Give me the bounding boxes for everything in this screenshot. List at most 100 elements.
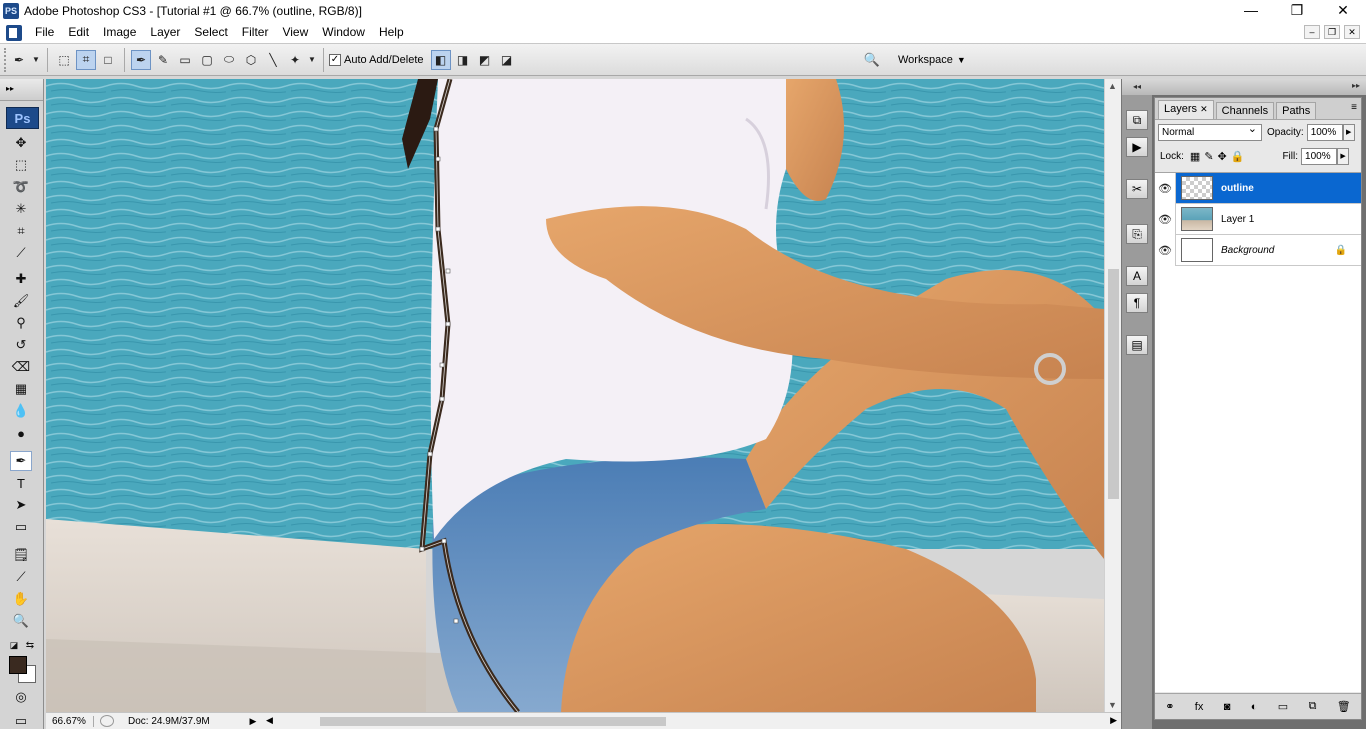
fill-pixels-icon[interactable]: □ <box>98 50 118 70</box>
eraser-tool-icon[interactable]: ⌫ <box>10 357 32 377</box>
exclude-overlap-icon[interactable]: ◪ <box>497 50 517 70</box>
delete-layer-icon[interactable]: 🗑 <box>1337 700 1351 713</box>
tab-paths[interactable]: Paths <box>1276 102 1317 119</box>
menu-file[interactable]: File <box>28 22 61 43</box>
tab-layers[interactable]: Layers ✕ <box>1158 100 1214 119</box>
history-brush-icon[interactable]: ↺ <box>10 335 32 355</box>
document-canvas[interactable] <box>46 79 1104 712</box>
close-button[interactable]: ✕ <box>1320 0 1366 22</box>
vertical-scrollbar[interactable]: ▲ ▼ <box>1104 79 1121 712</box>
polygon-icon[interactable]: ⬡ <box>241 50 261 70</box>
lock-position-icon[interactable]: ✥ <box>1218 150 1227 163</box>
opacity-field[interactable]: 100% <box>1306 123 1343 141</box>
crop-tool-icon[interactable]: ⌗ <box>10 221 32 241</box>
visibility-eye-icon[interactable]: 👁 <box>1155 234 1176 266</box>
layer-row-layer-1[interactable]: 👁 Layer 1 <box>1155 203 1361 235</box>
scroll-up-icon[interactable]: ▲ <box>1108 81 1117 91</box>
menu-layer[interactable]: Layer <box>143 22 187 43</box>
paths-mode-icon[interactable]: ⌗ <box>76 49 96 70</box>
path-selection-icon[interactable]: ➤ <box>10 495 32 515</box>
scroll-right-icon[interactable]: ▶ <box>1110 715 1117 726</box>
character-panel-icon[interactable]: A <box>1126 266 1148 286</box>
clone-stamp-icon[interactable]: ⚲ <box>10 313 32 333</box>
maximize-button[interactable]: ❐ <box>1274 0 1320 22</box>
preset-dropdown-icon[interactable]: ▼ <box>31 50 41 70</box>
dock-collapse-icon[interactable]: ◂◂ <box>1122 79 1152 95</box>
menu-image[interactable]: Image <box>96 22 143 43</box>
rounded-rectangle-icon[interactable]: ▢ <box>197 50 217 70</box>
fill-slider-arrow-icon[interactable]: ▶ <box>1337 147 1350 165</box>
panel-header[interactable]: ▸▸ <box>1152 79 1366 95</box>
scroll-left-icon[interactable]: ◀ <box>266 715 273 726</box>
new-layer-icon[interactable]: ⧉ <box>1309 700 1317 713</box>
zoom-level[interactable]: 66.67% <box>46 715 94 727</box>
lasso-tool-icon[interactable]: ➰ <box>10 177 32 197</box>
doc-close-button[interactable]: ✕ <box>1344 25 1360 39</box>
lock-image-icon[interactable]: ✎ <box>1204 150 1213 163</box>
lock-transparency-icon[interactable]: ▦ <box>1190 150 1200 163</box>
blend-mode-select[interactable]: Normal <box>1158 122 1262 141</box>
link-layers-icon[interactable]: ⚭ <box>1165 700 1174 713</box>
options-grip[interactable] <box>4 47 8 72</box>
panel-menu-icon[interactable]: ≡ <box>1351 102 1357 113</box>
lock-all-icon[interactable]: 🔒 <box>1231 150 1245 163</box>
horizontal-scrollbar[interactable]: ◀ ▶ <box>264 714 1121 729</box>
shape-layers-icon[interactable]: ⬚ <box>54 50 74 70</box>
geometry-dropdown-icon[interactable]: ▼ <box>307 50 317 70</box>
default-colors-icon[interactable]: ◪ <box>8 635 20 655</box>
healing-brush-icon[interactable]: ✚ <box>10 269 32 289</box>
pen-tool-preset-icon[interactable]: ✒ <box>9 50 29 70</box>
add-to-path-area-icon[interactable]: ◧ <box>430 49 451 70</box>
tool-presets-icon[interactable]: ✂ <box>1126 179 1148 199</box>
status-info-icon[interactable] <box>100 715 114 727</box>
menu-edit[interactable]: Edit <box>61 22 96 43</box>
screen-mode-icon[interactable]: ▭ <box>10 711 32 729</box>
notes-tool-icon[interactable]: 🗒 <box>10 545 32 565</box>
close-tab-icon[interactable]: ✕ <box>1200 104 1208 114</box>
move-tool-icon[interactable]: ✥ <box>10 133 32 153</box>
opacity-slider-arrow-icon[interactable]: ▶ <box>1342 123 1355 141</box>
visibility-eye-icon[interactable]: 👁 <box>1155 172 1176 204</box>
quick-mask-icon[interactable]: ◎ <box>10 687 32 707</box>
canvas-image[interactable] <box>46 79 1104 712</box>
document-icon[interactable] <box>6 24 22 41</box>
tab-channels[interactable]: Channels <box>1215 102 1275 119</box>
visibility-eye-icon[interactable]: 👁 <box>1155 203 1176 235</box>
dodge-tool-icon[interactable]: ● <box>10 423 32 443</box>
intersect-path-icon[interactable]: ◩ <box>475 50 495 70</box>
actions-panel-icon[interactable]: ▶ <box>1126 137 1148 157</box>
adjustment-layer-icon[interactable]: ◐ <box>1251 701 1258 713</box>
type-tool-icon[interactable]: T <box>10 473 32 493</box>
status-menu-arrow-icon[interactable]: ▶ <box>246 716 260 727</box>
panel-expand-icon[interactable]: ▸▸ <box>1352 81 1360 90</box>
blur-tool-icon[interactable]: 💧 <box>10 401 32 421</box>
subtract-from-path-icon[interactable]: ◨ <box>453 50 473 70</box>
magic-wand-tool-icon[interactable]: ✳ <box>10 199 32 219</box>
pen-icon[interactable]: ✒ <box>131 49 151 70</box>
slice-tool-icon[interactable]: ⟋ <box>10 243 32 263</box>
foreground-color-swatch[interactable] <box>9 656 27 674</box>
minimize-button[interactable]: — <box>1228 0 1274 22</box>
history-panel-icon[interactable]: ⧉ <box>1126 110 1148 130</box>
new-group-icon[interactable]: ▭ <box>1278 700 1288 713</box>
photoshop-logo[interactable]: Ps <box>6 107 39 129</box>
line-icon[interactable]: ╲ <box>263 50 283 70</box>
workspace-menu[interactable]: Workspace <box>898 54 953 66</box>
menu-view[interactable]: View <box>275 22 315 43</box>
bridge-icon[interactable]: 🔍 <box>860 50 884 70</box>
ellipse-icon[interactable]: ⬭ <box>219 50 239 70</box>
vertical-scroll-thumb[interactable] <box>1108 269 1119 499</box>
zoom-tool-icon[interactable]: 🔍 <box>10 611 32 631</box>
pen-tool-icon[interactable]: ✒ <box>10 451 32 471</box>
menu-filter[interactable]: Filter <box>235 22 276 43</box>
menu-window[interactable]: Window <box>315 22 372 43</box>
toolbox-header[interactable]: ▸▸ <box>0 79 43 101</box>
doc-minimize-button[interactable]: – <box>1304 25 1320 39</box>
gradient-tool-icon[interactable]: ▦ <box>10 379 32 399</box>
marquee-tool-icon[interactable]: ⬚ <box>10 155 32 175</box>
eyedropper-tool-icon[interactable]: ⟋ <box>10 567 32 587</box>
rectangle-tool-icon[interactable]: ▭ <box>10 517 32 537</box>
menu-select[interactable]: Select <box>187 22 234 43</box>
doc-restore-button[interactable]: ❐ <box>1324 25 1340 39</box>
auto-add-delete-checkbox[interactable]: ✓ <box>329 53 341 66</box>
